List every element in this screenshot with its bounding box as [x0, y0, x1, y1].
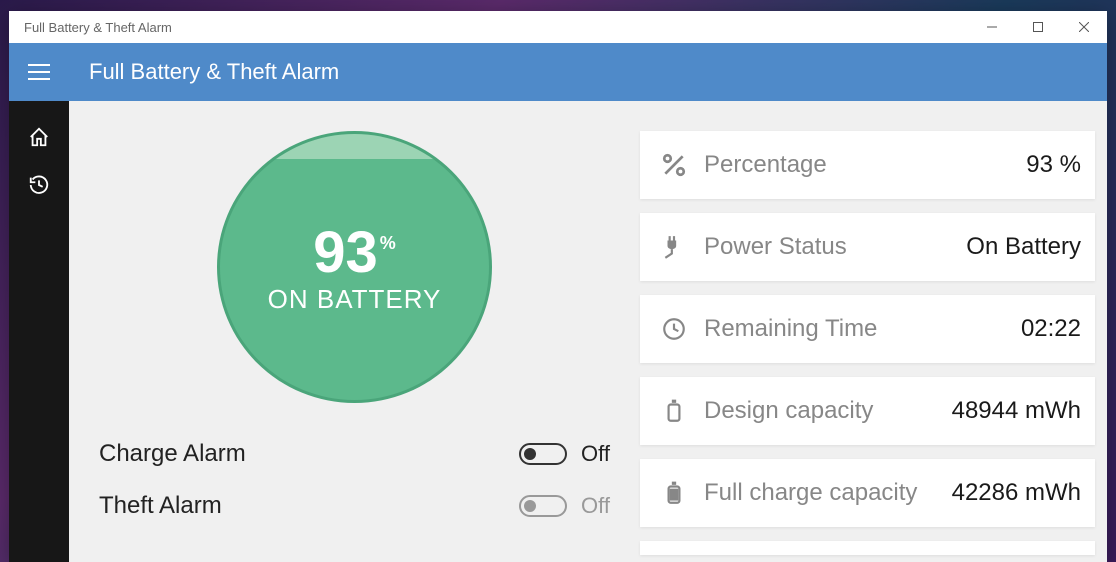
battery-percentage-row: 93 % [313, 219, 396, 286]
percent-symbol: % [380, 233, 396, 254]
info-value: 02:22 [1021, 315, 1081, 343]
theft-alarm-row: Theft Alarm Off [99, 480, 610, 532]
titlebar-controls [969, 11, 1107, 43]
info-value: On Battery [966, 233, 1081, 261]
app-window: Full Battery & Theft Alarm Full Battery … [9, 11, 1107, 562]
info-label: Design capacity [704, 397, 873, 425]
toggle-thumb [524, 448, 536, 460]
battery-icon [654, 398, 694, 424]
maximize-icon [1033, 22, 1043, 32]
sidebar-item-history[interactable] [9, 161, 69, 209]
window-title: Full Battery & Theft Alarm [24, 20, 172, 35]
close-icon [1079, 22, 1089, 32]
left-panel: 93 % ON BATTERY Charge Alarm Off [69, 101, 640, 562]
info-value: 93 % [1026, 151, 1081, 179]
battery-percentage: 93 [313, 219, 378, 286]
battery-status-text: ON BATTERY [268, 284, 442, 315]
charge-alarm-toggle[interactable] [519, 443, 567, 465]
content-scroll[interactable]: 93 % ON BATTERY Charge Alarm Off [69, 101, 1107, 562]
titlebar: Full Battery & Theft Alarm [9, 11, 1107, 43]
home-icon [28, 126, 50, 148]
charge-alarm-row: Charge Alarm Off [99, 428, 610, 480]
battery-indicator: 93 % ON BATTERY [217, 131, 492, 403]
info-card-next [640, 541, 1095, 555]
info-label: Full charge capacity [704, 479, 917, 507]
minimize-button[interactable] [969, 11, 1015, 43]
info-label: Percentage [704, 151, 827, 179]
app-title: Full Battery & Theft Alarm [69, 59, 339, 85]
history-icon [28, 174, 50, 196]
battery-full-icon [654, 480, 694, 506]
charge-alarm-toggle-group: Off [519, 441, 610, 467]
info-card-full-charge: Full charge capacity 42286 mWh [640, 459, 1095, 527]
charge-alarm-state: Off [581, 441, 610, 467]
info-card-remaining-time: Remaining Time 02:22 [640, 295, 1095, 363]
theft-alarm-label: Theft Alarm [99, 492, 222, 520]
info-label: Remaining Time [704, 315, 877, 343]
menu-button[interactable] [9, 43, 69, 101]
info-card-power-status: Power Status On Battery [640, 213, 1095, 281]
charge-alarm-label: Charge Alarm [99, 440, 246, 468]
close-button[interactable] [1061, 11, 1107, 43]
right-panel: Percentage 93 % Power Status On Battery … [640, 101, 1095, 562]
info-value: 48944 mWh [952, 397, 1081, 425]
sidebar-item-home[interactable] [9, 113, 69, 161]
theft-alarm-toggle[interactable] [519, 495, 567, 517]
info-label: Power Status [704, 233, 847, 261]
info-card-design-capacity: Design capacity 48944 mWh [640, 377, 1095, 445]
app-header: Full Battery & Theft Alarm [9, 43, 1107, 101]
theft-alarm-toggle-group: Off [519, 493, 610, 519]
hamburger-icon [28, 64, 50, 80]
info-card-percentage: Percentage 93 % [640, 131, 1095, 199]
info-value: 42286 mWh [952, 479, 1081, 507]
sidebar [9, 101, 69, 562]
theft-alarm-state: Off [581, 493, 610, 519]
alarm-controls: Charge Alarm Off Theft Alarm [89, 428, 620, 532]
maximize-button[interactable] [1015, 11, 1061, 43]
main-area: 93 % ON BATTERY Charge Alarm Off [9, 101, 1107, 562]
clock-icon [654, 316, 694, 342]
minimize-icon [987, 22, 997, 32]
plug-icon [654, 234, 694, 260]
toggle-thumb [524, 500, 536, 512]
percent-icon [654, 152, 694, 178]
